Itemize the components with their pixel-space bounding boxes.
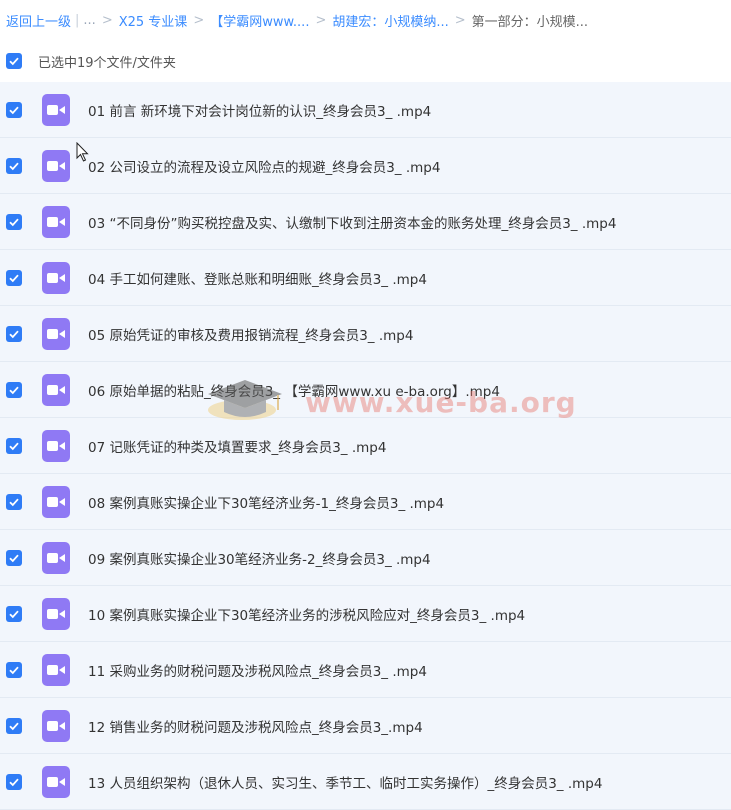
select-all-checkbox[interactable] — [6, 53, 22, 69]
breadcrumb-item-current: 第一部分：小规模... — [471, 14, 589, 30]
video-file-icon — [42, 653, 70, 686]
checkmark-icon — [9, 57, 19, 66]
file-checkbox[interactable] — [6, 549, 22, 566]
video-file-icon — [42, 149, 70, 182]
file-checkbox[interactable] — [6, 437, 22, 454]
file-row[interactable]: 07 记账凭证的种类及填置要求_终身会员3_ .mp4 — [0, 418, 731, 474]
video-file-icon — [42, 261, 70, 294]
checkmark-icon — [9, 330, 19, 338]
file-name[interactable]: 11 采购业务的财税问题及涉税风险点_终身会员3_ .mp4 — [88, 660, 427, 680]
file-row[interactable]: 01 前言 新环境下对会计岗位新的认识_终身会员3_ .mp4 — [0, 82, 731, 138]
breadcrumb-back-link[interactable]: 返回上一级 — [6, 11, 71, 30]
selection-count-label: 已选中19个文件/文件夹 — [38, 55, 176, 71]
video-file-icon — [42, 765, 70, 798]
file-name[interactable]: 08 案例真账实操企业下30笔经济业务-1_终身会员3_ .mp4 — [88, 492, 444, 512]
file-row[interactable]: 10 案例真账实操企业下30笔经济业务的涉税风险应对_终身会员3_ .mp4 — [0, 586, 731, 642]
video-file-icon — [42, 597, 70, 630]
file-list: 01 前言 新环境下对会计岗位新的认识_终身会员3_ .mp4 02 公司设立的… — [0, 82, 731, 810]
breadcrumb-item-hujianhong[interactable]: 胡建宏：小规模纳... — [332, 11, 448, 30]
checkmark-icon — [9, 274, 19, 282]
file-checkbox[interactable] — [6, 605, 22, 622]
checkmark-icon — [9, 610, 19, 618]
file-checkbox[interactable] — [6, 213, 22, 230]
file-row[interactable]: 04 手工如何建账、登账总账和明细账_终身会员3_ .mp4 — [0, 250, 731, 306]
checkmark-icon — [9, 218, 19, 226]
chevron-right-icon: > — [315, 12, 327, 28]
file-name[interactable]: 13 人员组织架构（退休人员、实习生、季节工、临时工实务操作）_终身会员3_ .… — [88, 772, 602, 792]
file-name[interactable]: 09 案例真账实操企业30笔经济业务-2_终身会员3_ .mp4 — [88, 548, 431, 568]
video-file-icon — [42, 541, 70, 574]
file-row[interactable]: 02 公司设立的流程及设立风险点的规避_终身会员3_ .mp4 — [0, 138, 731, 194]
file-checkbox[interactable] — [6, 661, 22, 678]
breadcrumb-divider: | — [75, 12, 80, 28]
file-checkbox[interactable] — [6, 157, 22, 174]
video-file-icon — [42, 317, 70, 350]
video-file-icon — [42, 93, 70, 126]
file-row[interactable]: 11 采购业务的财税问题及涉税风险点_终身会员3_ .mp4 — [0, 642, 731, 698]
checkmark-icon — [9, 442, 19, 450]
video-file-icon — [42, 373, 70, 406]
file-checkbox[interactable] — [6, 381, 22, 398]
file-name[interactable]: 07 记账凭证的种类及填置要求_终身会员3_ .mp4 — [88, 436, 386, 456]
file-name[interactable]: 01 前言 新环境下对会计岗位新的认识_终身会员3_ .mp4 — [88, 100, 431, 120]
checkmark-icon — [9, 666, 19, 674]
file-row[interactable]: 09 案例真账实操企业30笔经济业务-2_终身会员3_ .mp4 — [0, 530, 731, 586]
file-row[interactable]: 05 原始凭证的审核及费用报销流程_终身会员3_ .mp4 — [0, 306, 731, 362]
file-name[interactable]: 04 手工如何建账、登账总账和明细账_终身会员3_ .mp4 — [88, 268, 427, 288]
video-file-icon — [42, 205, 70, 238]
file-row[interactable]: 06 原始单据的粘贴_终身会员3_ 【学霸网www.xu e-ba.org】.m… — [0, 362, 731, 418]
select-all-bar: 已选中19个文件/文件夹 — [0, 40, 731, 82]
file-name[interactable]: 05 原始凭证的审核及费用报销流程_终身会员3_ .mp4 — [88, 324, 413, 344]
checkmark-icon — [9, 106, 19, 114]
breadcrumb-ellipsis[interactable]: ... — [83, 13, 95, 28]
file-checkbox[interactable] — [6, 101, 22, 118]
file-name[interactable]: 12 销售业务的财税问题及涉税风险点_终身会员3_.mp4 — [88, 716, 423, 736]
file-checkbox[interactable] — [6, 773, 22, 790]
file-row[interactable]: 03 “不同身份”购买税控盘及实、认缴制下收到注册资本金的账务处理_终身会员3_… — [0, 194, 731, 250]
file-checkbox[interactable] — [6, 325, 22, 342]
file-row[interactable]: 13 人员组织架构（退休人员、实习生、季节工、临时工实务操作）_终身会员3_ .… — [0, 754, 731, 810]
file-name[interactable]: 10 案例真账实操企业下30笔经济业务的涉税风险应对_终身会员3_ .mp4 — [88, 604, 525, 624]
checkmark-icon — [9, 554, 19, 562]
file-checkbox[interactable] — [6, 493, 22, 510]
file-name[interactable]: 03 “不同身份”购买税控盘及实、认缴制下收到注册资本金的账务处理_终身会员3_… — [88, 212, 616, 232]
chevron-right-icon: > — [101, 12, 113, 28]
checkmark-icon — [9, 778, 19, 786]
file-row[interactable]: 08 案例真账实操企业下30笔经济业务-1_终身会员3_ .mp4 — [0, 474, 731, 530]
breadcrumb-item-xueba[interactable]: 【学霸网www.... — [210, 11, 309, 30]
breadcrumb: 返回上一级 | ... > X25 专业课 > 【学霸网www.... > 胡建… — [0, 0, 731, 40]
checkmark-icon — [9, 498, 19, 506]
checkmark-icon — [9, 386, 19, 394]
chevron-right-icon: > — [454, 12, 466, 28]
file-checkbox[interactable] — [6, 269, 22, 286]
breadcrumb-item-x25[interactable]: X25 专业课 — [119, 11, 188, 30]
file-row[interactable]: 12 销售业务的财税问题及涉税风险点_终身会员3_.mp4 — [0, 698, 731, 754]
video-file-icon — [42, 485, 70, 518]
file-checkbox[interactable] — [6, 717, 22, 734]
file-name[interactable]: 06 原始单据的粘贴_终身会员3_ 【学霸网www.xu e-ba.org】.m… — [88, 380, 500, 400]
mouse-cursor-icon — [76, 142, 89, 162]
chevron-right-icon: > — [193, 12, 205, 28]
video-file-icon — [42, 429, 70, 462]
checkmark-icon — [9, 162, 19, 170]
video-file-icon — [42, 709, 70, 742]
file-name[interactable]: 02 公司设立的流程及设立风险点的规避_终身会员3_ .mp4 — [88, 156, 440, 176]
checkmark-icon — [9, 722, 19, 730]
